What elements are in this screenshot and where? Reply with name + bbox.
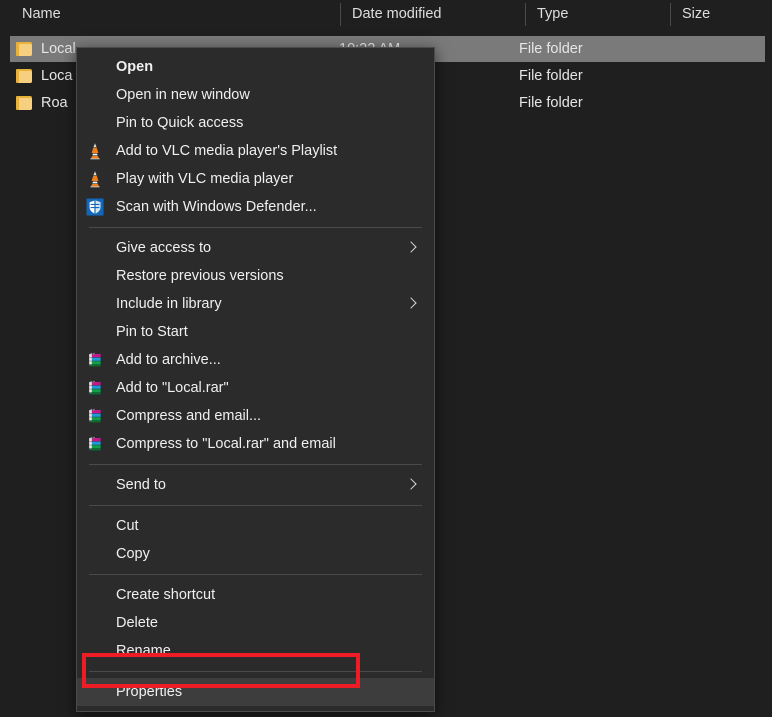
folder-icon (16, 69, 32, 83)
menu-item-label: Add to "Local.rar" (116, 380, 229, 396)
file-type-cell: File folder (519, 95, 583, 111)
chevron-right-icon (404, 240, 420, 256)
menu-item-label: Pin to Start (116, 324, 188, 340)
menu-item-add-to-local-rar[interactable]: Add to "Local.rar" (77, 374, 434, 402)
menu-icon-placeholder (86, 58, 104, 76)
windows-defender-shield-icon (86, 198, 104, 216)
winrar-icon (86, 379, 104, 397)
menu-item-label: Include in library (116, 296, 222, 312)
column-divider[interactable] (340, 3, 341, 26)
menu-item-properties[interactable]: Properties (77, 678, 434, 706)
menu-item-give-access-to[interactable]: Give access to (77, 234, 434, 262)
menu-item-label: Properties (116, 684, 183, 700)
menu-icon-placeholder (86, 295, 104, 313)
menu-icon-placeholder (86, 114, 104, 132)
menu-item-play-with-vlc-media-player[interactable]: Play with VLC media player (77, 165, 434, 193)
chevron-right-icon (404, 477, 420, 493)
vlc-cone-icon (86, 170, 104, 188)
menu-icon-placeholder (86, 683, 104, 701)
column-header-date-modified[interactable]: Date modified (340, 0, 525, 29)
context-menu[interactable]: Open Open in new window Pin to Quick acces… (76, 47, 435, 712)
menu-icon-placeholder (86, 476, 104, 494)
menu-icon-placeholder (86, 239, 104, 257)
menu-icon-placeholder (86, 642, 104, 660)
menu-item-pin-to-quick-access[interactable]: Pin to Quick access (77, 109, 434, 137)
menu-item-add-to-archive[interactable]: Add to archive... (77, 346, 434, 374)
menu-item-open-in-new-window[interactable]: Open in new window (77, 81, 434, 109)
menu-item-label: Add to archive... (116, 352, 221, 368)
menu-item-label: Compress and email... (116, 408, 262, 424)
menu-item-label: Open (116, 59, 154, 75)
menu-icon-placeholder (86, 517, 104, 535)
menu-item-label: Send to (116, 477, 166, 493)
menu-item-add-to-vlc-media-player-s-playlist[interactable]: Add to VLC media player's Playlist (77, 137, 434, 165)
menu-item-label: Rename (116, 643, 171, 659)
menu-item-rename[interactable]: Rename (77, 637, 434, 665)
menu-item-copy[interactable]: Copy (77, 540, 434, 568)
file-type-cell: File folder (519, 68, 583, 84)
menu-item-label: Delete (116, 615, 158, 631)
menu-item-restore-previous-versions[interactable]: Restore previous versions (77, 262, 434, 290)
menu-icon-placeholder (86, 267, 104, 285)
menu-item-compress-and-email[interactable]: Compress and email... (77, 402, 434, 430)
menu-item-label: Compress to "Local.rar" and email (116, 436, 336, 452)
menu-separator (89, 574, 422, 575)
menu-item-include-in-library[interactable]: Include in library (77, 290, 434, 318)
file-type-cell: File folder (519, 41, 583, 57)
menu-separator (89, 505, 422, 506)
menu-item-label: Pin to Quick access (116, 115, 244, 131)
chevron-right-icon (404, 296, 420, 312)
menu-item-open[interactable]: Open (77, 53, 434, 81)
column-header-name[interactable]: Name (10, 0, 340, 29)
menu-item-label: Cut (116, 518, 139, 534)
menu-item-label: Play with VLC media player (116, 171, 294, 187)
column-divider[interactable] (670, 3, 671, 26)
menu-icon-placeholder (86, 323, 104, 341)
menu-item-label: Open in new window (116, 87, 250, 103)
menu-item-label: Add to VLC media player's Playlist (116, 143, 338, 159)
menu-separator (89, 464, 422, 465)
menu-item-scan-with-windows-defender[interactable]: Scan with Windows Defender... (77, 193, 434, 221)
menu-icon-placeholder (86, 545, 104, 563)
menu-separator (89, 227, 422, 228)
column-divider[interactable] (525, 3, 526, 26)
menu-item-pin-to-start[interactable]: Pin to Start (77, 318, 434, 346)
folder-icon (16, 96, 32, 110)
winrar-icon (86, 351, 104, 369)
column-header-row: Name Date modified Type Size (0, 0, 772, 29)
column-header-size[interactable]: Size (670, 0, 770, 29)
menu-item-create-shortcut[interactable]: Create shortcut (77, 581, 434, 609)
menu-item-delete[interactable]: Delete (77, 609, 434, 637)
menu-item-send-to[interactable]: Send to (77, 471, 434, 499)
winrar-icon (86, 407, 104, 425)
menu-item-label: Create shortcut (116, 587, 216, 603)
folder-icon (16, 42, 32, 56)
menu-item-label: Give access to (116, 240, 212, 256)
vlc-cone-icon (86, 142, 104, 160)
menu-icon-placeholder (86, 86, 104, 104)
menu-item-label: Restore previous versions (116, 268, 284, 284)
winrar-icon (86, 435, 104, 453)
column-header-type[interactable]: Type (525, 0, 670, 29)
menu-item-compress-to-local-rar-and-email[interactable]: Compress to "Local.rar" and email (77, 430, 434, 458)
menu-item-label: Copy (116, 546, 150, 562)
menu-icon-placeholder (86, 586, 104, 604)
menu-separator (89, 671, 422, 672)
menu-icon-placeholder (86, 614, 104, 632)
menu-item-cut[interactable]: Cut (77, 512, 434, 540)
menu-item-label: Scan with Windows Defender... (116, 199, 317, 215)
